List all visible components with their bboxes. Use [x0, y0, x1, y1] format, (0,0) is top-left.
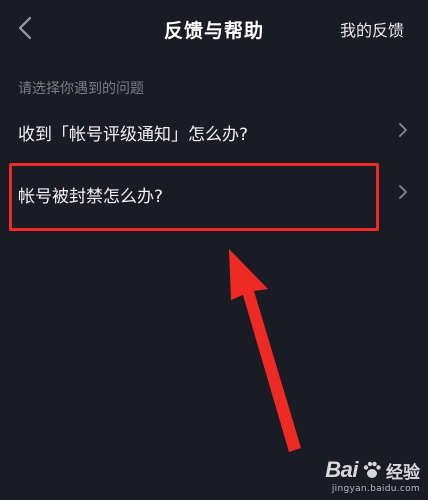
- chevron-right-icon: [399, 185, 407, 199]
- header: 反馈与帮助 我的反馈: [0, 0, 428, 58]
- watermark-suffix: 经验: [386, 462, 420, 483]
- list-item-label: 收到「帐号评级通知」怎么办?: [18, 125, 249, 145]
- my-feedback-button[interactable]: 我的反馈: [340, 17, 404, 41]
- highlight-box: [9, 163, 379, 231]
- screen: 反馈与帮助 我的反馈 请选择你遇到的问题 收到「帐号评级通知」怎么办? 帐号被封…: [0, 0, 428, 500]
- list-item-rating-notice[interactable]: 收到「帐号评级通知」怎么办?: [0, 100, 428, 160]
- watermark-url: jingyan.baidu.com: [331, 484, 420, 494]
- watermark-brand: Bai: [325, 457, 358, 482]
- annotation-arrow: [229, 249, 301, 452]
- chevron-right-icon: [399, 123, 407, 137]
- watermark-logo: Bai 经验: [325, 457, 420, 483]
- watermark: Bai 经验 jingyan.baidu.com: [325, 457, 420, 494]
- section-label: 请选择你遇到的问题: [18, 81, 144, 97]
- paw-icon: [363, 461, 381, 478]
